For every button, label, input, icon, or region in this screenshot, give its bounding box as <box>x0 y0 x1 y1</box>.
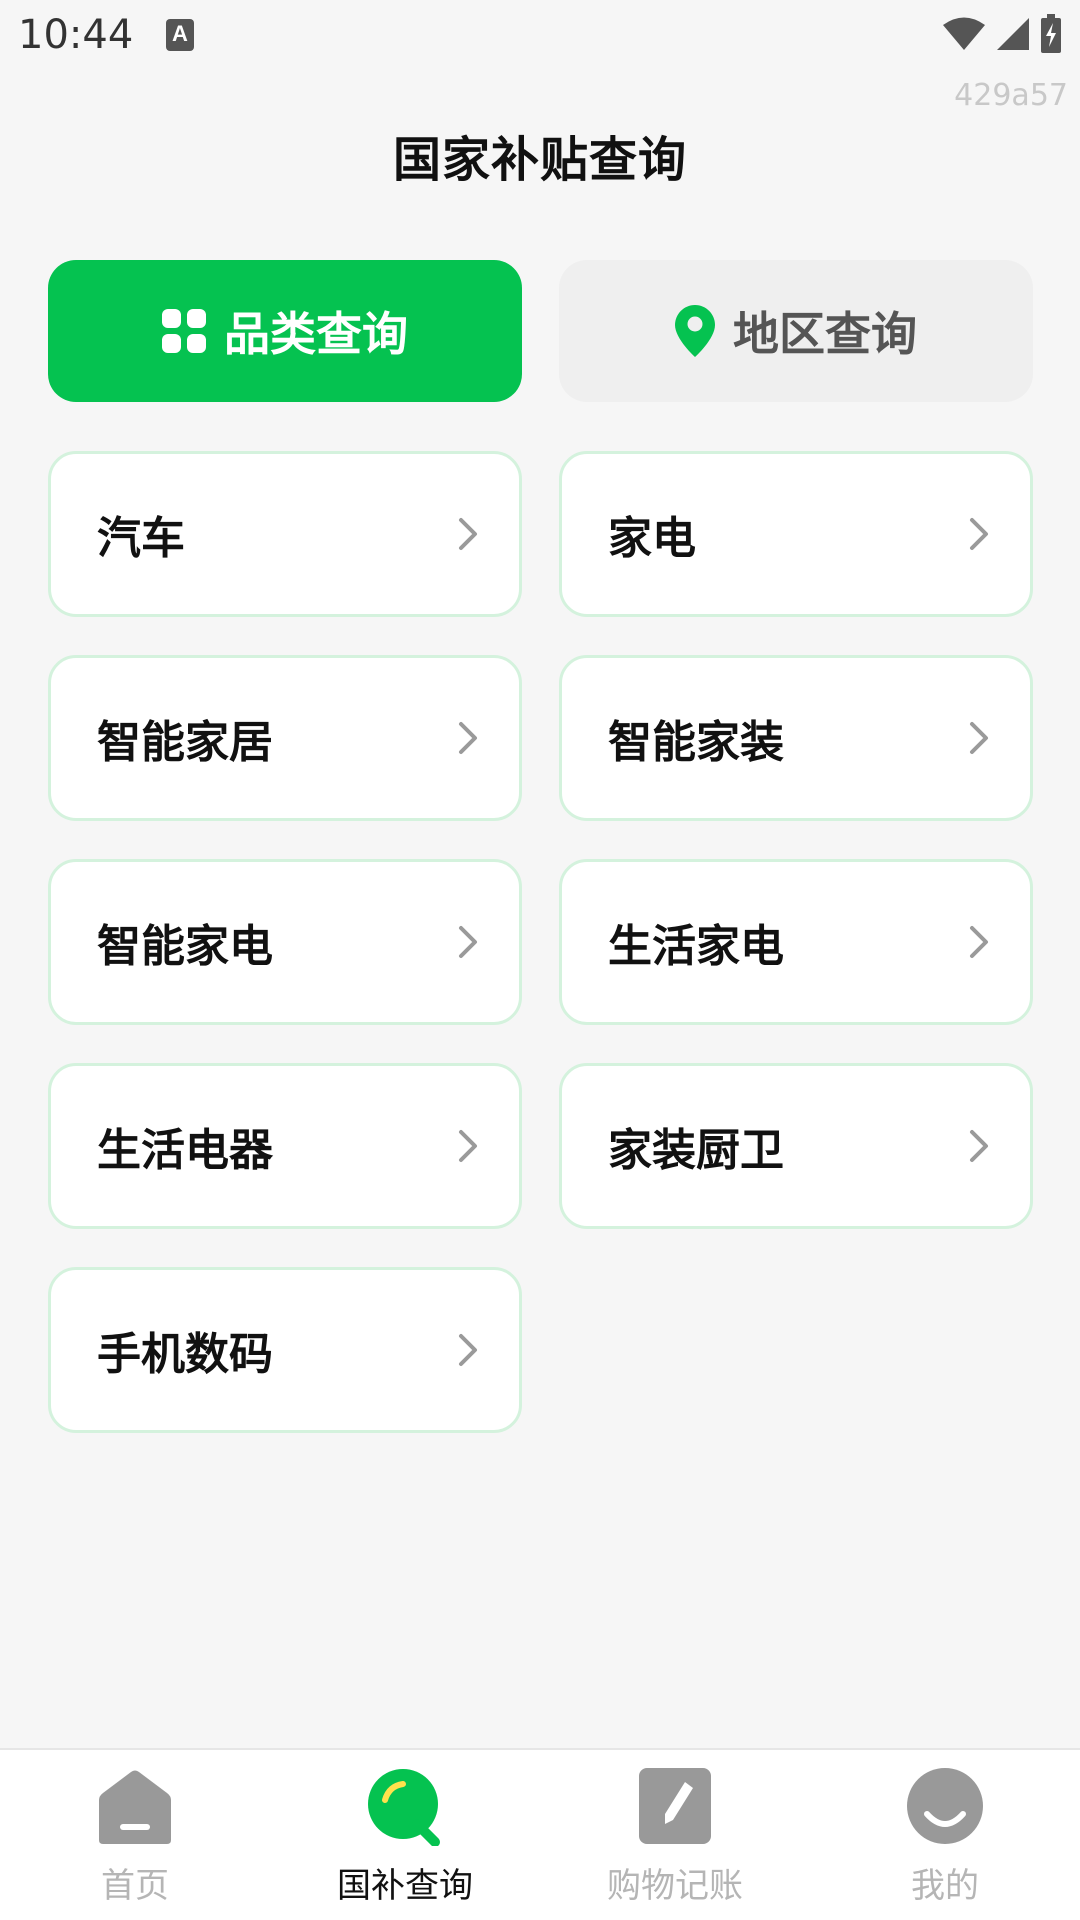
nav-subsidy-label: 国补查询 <box>337 1866 473 1906</box>
nav-profile-label: 我的 <box>911 1866 979 1906</box>
chevron-right-icon <box>970 1130 988 1162</box>
category-label: 智能家居 <box>97 717 273 768</box>
category-label: 生活家电 <box>608 921 784 972</box>
wifi-icon <box>943 17 985 50</box>
notebook-pen-icon <box>639 1768 711 1844</box>
category-card-kitchen-bath[interactable]: 家装厨卫 <box>559 1063 1033 1229</box>
nav-shopping-ledger[interactable]: 购物记账 <box>540 1750 810 1920</box>
category-card-small-appliances[interactable]: 生活电器 <box>48 1063 522 1229</box>
category-card-home-appliances[interactable]: 生活家电 <box>559 859 1033 1025</box>
page-title: 国家补贴查询 <box>392 132 687 188</box>
category-card-smart-home[interactable]: 智能家居 <box>48 655 522 821</box>
chevron-right-icon <box>459 926 477 958</box>
chevron-right-icon <box>459 1130 477 1162</box>
nav-subsidy-query[interactable]: 国补查询 <box>270 1750 540 1920</box>
category-label: 智能家装 <box>608 717 784 768</box>
app-screen: 10:44 A 429a57 国家补贴查询 品类查询 地区查询 汽车 家电 智能… <box>0 0 1080 1920</box>
home-icon <box>99 1770 171 1844</box>
tab-region-label: 地区查询 <box>733 307 917 361</box>
category-label: 智能家电 <box>97 921 273 972</box>
chevron-right-icon <box>459 722 477 754</box>
bottom-nav: 首页 国补查询 购物记账 我的 <box>0 1748 1080 1920</box>
category-card-appliances[interactable]: 家电 <box>559 451 1033 617</box>
a-notification-icon: A <box>166 19 194 51</box>
chevron-right-icon <box>970 926 988 958</box>
status-bar: 10:44 A <box>0 0 1080 72</box>
category-card-phones-digital[interactable]: 手机数码 <box>48 1267 522 1433</box>
location-pin-icon <box>675 305 715 357</box>
category-label: 家电 <box>608 513 696 564</box>
chevron-right-icon <box>459 1334 477 1366</box>
grid-icon <box>162 309 206 353</box>
category-card-smart-decoration[interactable]: 智能家装 <box>559 655 1033 821</box>
nav-ledger-label: 购物记账 <box>607 1866 743 1906</box>
category-card-smart-appliances[interactable]: 智能家电 <box>48 859 522 1025</box>
tab-category-query[interactable]: 品类查询 <box>48 260 522 402</box>
nav-profile[interactable]: 我的 <box>810 1750 1080 1920</box>
chevron-right-icon <box>459 518 477 550</box>
status-time: 10:44 <box>18 12 134 58</box>
tab-region-query[interactable]: 地区查询 <box>559 260 1033 402</box>
search-icon <box>368 1769 440 1846</box>
category-label: 汽车 <box>97 513 185 564</box>
tab-category-label: 品类查询 <box>224 307 408 361</box>
cell-signal-icon <box>997 18 1029 50</box>
chevron-right-icon <box>970 722 988 754</box>
category-label: 家装厨卫 <box>608 1125 784 1176</box>
battery-icon <box>1041 14 1061 53</box>
nav-home[interactable]: 首页 <box>0 1750 270 1920</box>
profile-smile-icon <box>907 1768 983 1844</box>
chevron-right-icon <box>970 518 988 550</box>
category-card-car[interactable]: 汽车 <box>48 451 522 617</box>
build-id: 429a57 <box>954 78 1068 113</box>
category-label: 生活电器 <box>97 1125 273 1176</box>
category-label: 手机数码 <box>97 1329 273 1380</box>
nav-home-label: 首页 <box>101 1866 169 1906</box>
status-icons <box>942 14 1062 54</box>
